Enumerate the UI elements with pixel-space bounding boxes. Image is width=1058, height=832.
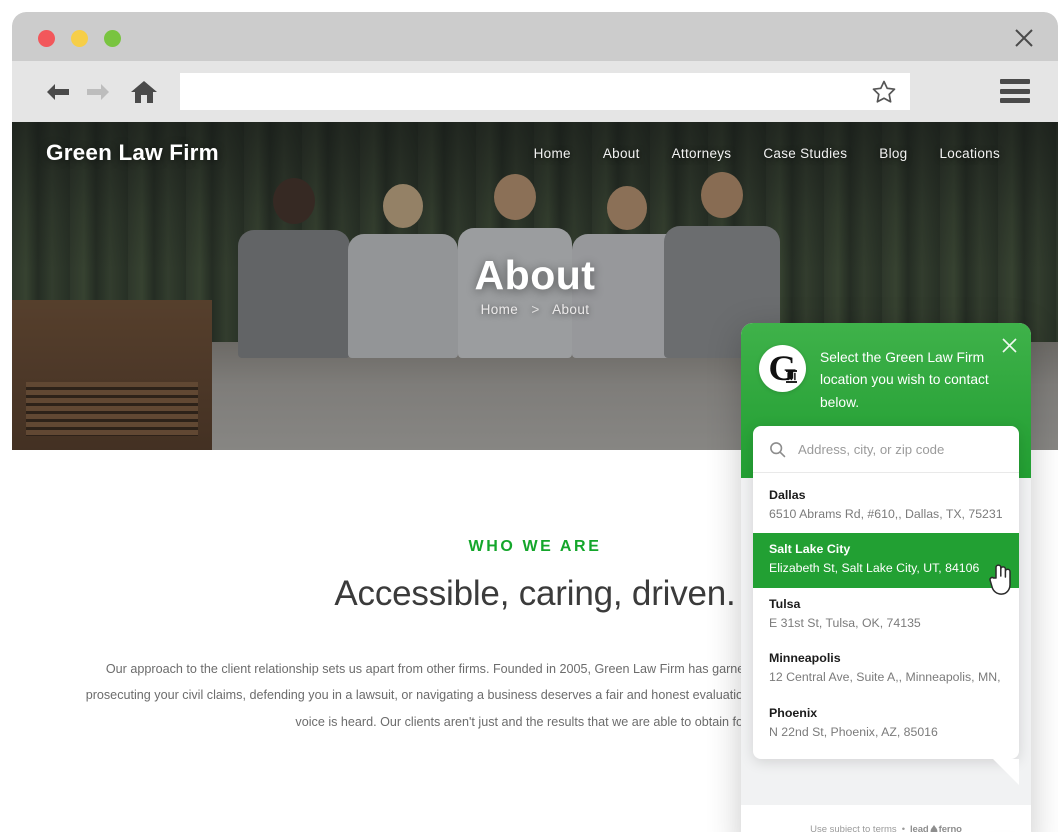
pointing-hand-cursor <box>987 563 1014 601</box>
widget-footer: Use subject to terms • lead ferno <box>741 805 1031 832</box>
location-item-phoenix[interactable]: Phoenix N 22nd St, Phoenix, AZ, 85016 <box>753 697 1019 751</box>
nav-item-home[interactable]: Home <box>534 146 571 161</box>
location-item-minneapolis[interactable]: Minneapolis 12 Central Ave, Suite A,, Mi… <box>753 642 1019 696</box>
location-address: N 22nd St, Phoenix, AZ, 85016 <box>769 724 938 739</box>
address-bar[interactable] <box>180 73 910 110</box>
flame-icon <box>930 824 938 832</box>
footer-credit: Use subject to terms • lead ferno <box>810 824 962 832</box>
breadcrumb-home[interactable]: Home <box>481 302 519 317</box>
location-address: 12 Central Ave, Suite A,, Minneapolis, M… <box>769 670 1003 685</box>
avatar: G <box>759 345 806 392</box>
breadcrumb-current: About <box>552 302 590 317</box>
site-logo[interactable]: Green Law Firm <box>46 140 219 166</box>
search-row[interactable] <box>753 426 1019 474</box>
nav-item-case-studies[interactable]: Case Studies <box>763 146 847 161</box>
location-name: Minneapolis <box>769 651 841 666</box>
pillar-icon <box>786 370 797 383</box>
location-name: Dallas <box>769 488 806 503</box>
close-window-button[interactable] <box>38 30 55 47</box>
maximize-window-button[interactable] <box>104 30 121 47</box>
location-address: Elizabeth St, Salt Lake City, UT, 84106 <box>769 561 980 576</box>
browser-window: Green Law Firm Home About Attorneys Case… <box>12 12 1058 832</box>
close-icon[interactable] <box>1010 24 1038 52</box>
search-input[interactable] <box>798 442 1003 458</box>
brand-right: ferno <box>938 824 962 832</box>
location-name: Tulsa <box>769 596 801 611</box>
location-address: E 31st St, Tulsa, OK, 74135 <box>769 615 921 630</box>
terms-text[interactable]: Use subject to terms <box>810 824 897 832</box>
breadcrumb-separator: > <box>531 302 540 317</box>
nav-item-about[interactable]: About <box>603 146 640 161</box>
hamburger-menu-icon[interactable] <box>1000 79 1030 103</box>
minimize-window-button[interactable] <box>71 30 88 47</box>
back-arrow-icon[interactable] <box>38 75 78 109</box>
browser-toolbar <box>12 61 1058 122</box>
widget-greeting-text: Select the Green Law Firm location you w… <box>820 350 989 410</box>
nav-item-attorneys[interactable]: Attorneys <box>672 146 732 161</box>
brand-left: lead <box>910 824 929 832</box>
search-icon <box>770 442 786 458</box>
location-item-tulsa[interactable]: Tulsa E 31st St, Tulsa, OK, 74135 <box>753 588 1019 642</box>
breadcrumb: Home > About <box>12 302 1058 317</box>
site-header: Green Law Firm Home About Attorneys Case… <box>12 122 1058 184</box>
forward-arrow-icon[interactable] <box>78 75 118 109</box>
footer-separator: • <box>901 824 906 832</box>
home-icon[interactable] <box>124 75 164 109</box>
star-icon[interactable] <box>868 76 900 108</box>
widget-card: Dallas 6510 Abrams Rd, #610,, Dallas, TX… <box>753 426 1019 786</box>
site-navigation: Home About Attorneys Case Studies Blog L… <box>534 146 1036 161</box>
widget-close-icon[interactable] <box>1000 336 1019 355</box>
page-viewport: Green Law Firm Home About Attorneys Case… <box>12 122 1058 832</box>
leadferno-brand[interactable]: lead ferno <box>910 824 962 832</box>
page-title: About <box>474 252 596 298</box>
traffic-lights <box>38 30 121 47</box>
location-name: Salt Lake City <box>769 542 851 557</box>
nav-item-blog[interactable]: Blog <box>879 146 907 161</box>
nav-item-locations[interactable]: Locations <box>940 146 1001 161</box>
location-item-salt-lake-city[interactable]: Salt Lake City Elizabeth St, Salt Lake C… <box>753 533 1019 588</box>
location-list: Dallas 6510 Abrams Rd, #610,, Dallas, TX… <box>753 473 1019 753</box>
location-name: Phoenix <box>769 705 818 720</box>
location-address: 6510 Abrams Rd, #610,, Dallas, TX, 75231 <box>769 507 1003 522</box>
url-input[interactable] <box>190 73 868 110</box>
location-item-dallas[interactable]: Dallas 6510 Abrams Rd, #610,, Dallas, TX… <box>753 479 1019 533</box>
location-selector-widget: G Select the Green Law Firm location you… <box>741 323 1031 832</box>
browser-title-bar <box>12 12 1058 61</box>
